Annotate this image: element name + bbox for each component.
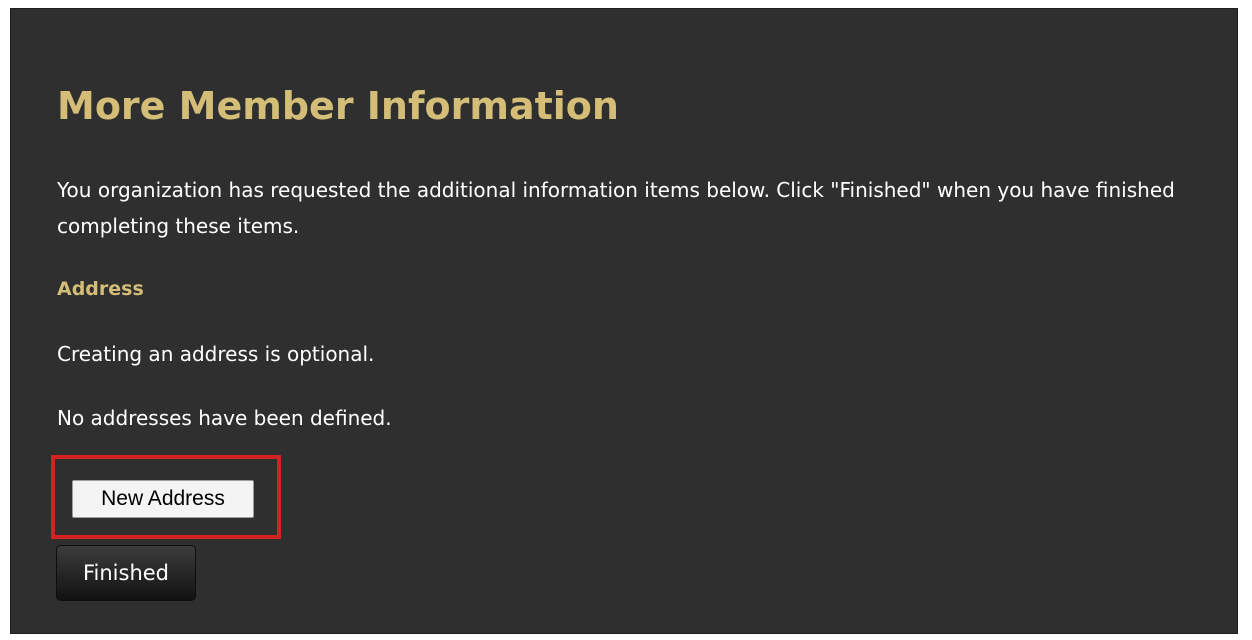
page-title: More Member Information [57,84,619,128]
member-info-panel: More Member Information You organization… [10,8,1238,634]
new-address-button[interactable]: New Address [72,480,254,518]
address-optional-note: Creating an address is optional. [57,342,375,366]
address-section-heading: Address [57,278,144,300]
intro-text: You organization has requested the addit… [57,178,1175,238]
no-addresses-message: No addresses have been defined. [57,406,392,430]
finished-button[interactable]: Finished [56,545,196,601]
